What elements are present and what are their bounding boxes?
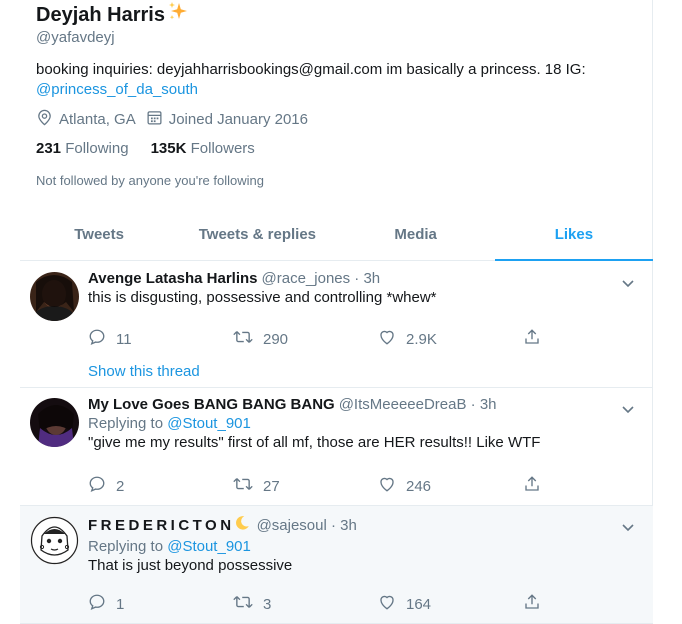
tweet-actions: 2 27 246 (88, 475, 668, 497)
reply-button[interactable]: 2 (88, 475, 233, 497)
retweet-count: 290 (263, 330, 289, 348)
share-button[interactable] (523, 328, 668, 350)
share-icon (523, 593, 551, 615)
share-button[interactable] (523, 593, 668, 615)
joined-text: Joined January 2016 (168, 111, 308, 128)
heart-icon (378, 593, 406, 615)
tab-tweets[interactable]: Tweets (20, 213, 178, 260)
profile-bio: booking inquiries: deyjahharrisbookings@… (36, 60, 646, 100)
tab-tweets-replies[interactable]: Tweets & replies (178, 213, 336, 260)
profile-handle: @yafavdeyj (36, 29, 115, 46)
tweet-header: FREDERICTON @sajesoul · 3h (88, 514, 623, 536)
like-count: 164 (406, 595, 432, 613)
location-item: Atlanta, GA (36, 109, 136, 130)
profile-counts: 231 Following 135K Followers (36, 140, 277, 157)
not-followed-note: Not followed by anyone you're following (36, 173, 264, 188)
author-handle-time[interactable]: @sajesoul · 3h (257, 517, 357, 534)
heart-icon (378, 475, 406, 497)
tweet-text: That is just beyond possessive (88, 557, 293, 574)
retweet-button[interactable]: 3 (233, 593, 378, 615)
tweet-body: FREDERICTON @sajesoul · 3h Replying to @… (88, 514, 623, 576)
reply-icon (88, 328, 116, 350)
author-handle-time[interactable]: @race_jones · 3h (262, 270, 381, 287)
tweet-body: My Love Goes BANG BANG BANG @ItsMeeeeeDr… (88, 396, 623, 453)
heart-icon (378, 328, 406, 350)
tweet-item[interactable]: Avenge Latasha Harlins @race_jones · 3h … (20, 262, 653, 388)
retweet-icon (233, 328, 263, 350)
tweet-actions: 11 290 2.9K (88, 328, 668, 350)
like-button[interactable]: 164 (378, 593, 523, 615)
tweet-actions: 1 3 164 (88, 593, 668, 615)
profile-tabs: Tweets Tweets & replies Media Likes (20, 213, 654, 261)
location-pin-icon (36, 109, 59, 130)
reply-icon (88, 593, 116, 615)
avatar[interactable] (30, 516, 79, 565)
page: Deyjah Harris @yafavdeyj booking inquiri… (0, 0, 682, 624)
author-name[interactable]: My Love Goes BANG BANG BANG (88, 396, 335, 413)
joined-item: Joined January 2016 (146, 109, 308, 130)
followers-count: 135K (150, 140, 187, 157)
tweet-header: My Love Goes BANG BANG BANG @ItsMeeeeeDr… (88, 396, 623, 413)
like-button[interactable]: 2.9K (378, 328, 523, 350)
calendar-icon (146, 109, 169, 130)
show-thread-link[interactable]: Show this thread (88, 363, 200, 380)
retweet-icon (233, 593, 263, 615)
tweet-text: this is disgusting, possessive and contr… (88, 289, 437, 306)
like-button[interactable]: 246 (378, 475, 523, 497)
author-name[interactable]: FREDERICTON (88, 517, 235, 534)
replying-to: Replying to @Stout_901 (88, 538, 623, 555)
replying-to: Replying to @Stout_901 (88, 415, 623, 432)
author-name[interactable]: Avenge Latasha Harlins (88, 270, 258, 287)
followers-link[interactable]: 135K Followers (151, 140, 255, 157)
reply-count: 2 (116, 477, 125, 495)
reply-button[interactable]: 11 (88, 328, 233, 350)
reply-button[interactable]: 1 (88, 593, 233, 615)
location-text: Atlanta, GA (59, 111, 136, 128)
tab-media[interactable]: Media (337, 213, 495, 260)
retweet-icon (233, 475, 263, 497)
profile-name: Deyjah Harris (36, 1, 189, 29)
followers-label: Followers (190, 140, 255, 157)
chevron-down-icon[interactable] (621, 402, 635, 420)
replying-to-prefix: Replying to (88, 415, 164, 432)
chevron-down-icon[interactable] (621, 520, 635, 538)
replying-to-prefix: Replying to (88, 538, 164, 555)
retweet-count: 27 (263, 477, 280, 495)
profile-meta: Atlanta, GA Joined January 2016 (36, 109, 318, 130)
tweet-body: Avenge Latasha Harlins @race_jones · 3h … (88, 270, 623, 308)
profile-column: Deyjah Harris @yafavdeyj booking inquiri… (20, 0, 654, 624)
reply-count: 1 (116, 595, 125, 613)
bio-text: booking inquiries: deyjahharrisbookings@… (36, 61, 586, 78)
tweet-item[interactable]: FREDERICTON @sajesoul · 3h Replying to @… (20, 506, 653, 624)
following-count: 231 (36, 140, 62, 157)
like-count: 246 (406, 477, 432, 495)
reply-icon (88, 475, 116, 497)
avatar[interactable] (30, 272, 79, 321)
tweet-text: "give me my results" first of all mf, th… (88, 434, 541, 451)
retweet-count: 3 (263, 595, 272, 613)
author-handle-time[interactable]: @ItsMeeeeeDreaB · 3h (339, 396, 497, 413)
crescent-moon-icon (233, 514, 251, 536)
chevron-down-icon[interactable] (621, 276, 635, 294)
following-link[interactable]: 231 Following (36, 140, 129, 157)
retweet-button[interactable]: 27 (233, 475, 378, 497)
replying-to-link[interactable]: @Stout_901 (167, 415, 251, 432)
share-button[interactable] (523, 475, 668, 497)
tweet-header: Avenge Latasha Harlins @race_jones · 3h (88, 270, 623, 287)
profile-name-text: Deyjah Harris (36, 3, 165, 26)
replying-to-link[interactable]: @Stout_901 (167, 538, 251, 555)
like-count: 2.9K (406, 330, 437, 348)
share-icon (523, 328, 551, 350)
tweet-item[interactable]: My Love Goes BANG BANG BANG @ItsMeeeeeDr… (20, 388, 653, 506)
retweet-button[interactable]: 290 (233, 328, 378, 350)
share-icon (523, 475, 551, 497)
avatar[interactable] (30, 398, 79, 447)
following-label: Following (65, 140, 129, 157)
sparkles-icon (167, 1, 189, 29)
bio-instagram-link[interactable]: @princess_of_da_south (36, 81, 198, 98)
reply-count: 11 (116, 330, 132, 348)
tab-likes[interactable]: Likes (494, 213, 654, 261)
